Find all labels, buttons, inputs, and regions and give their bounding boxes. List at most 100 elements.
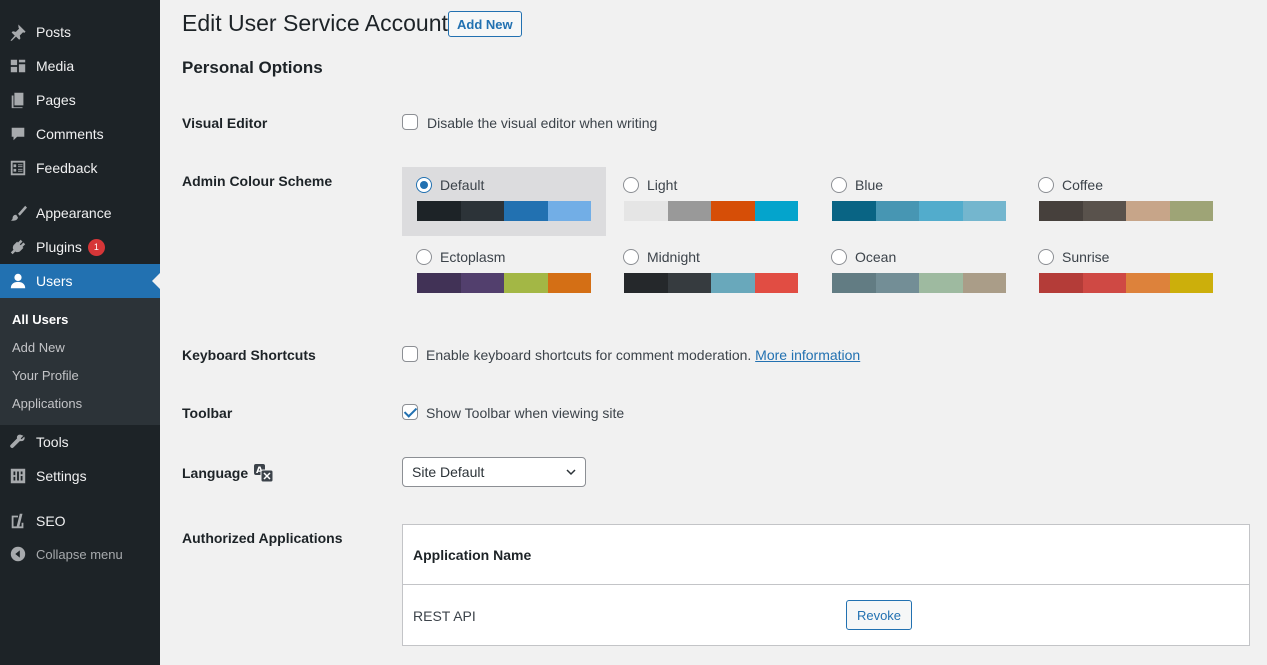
visual-editor-checkbox[interactable] <box>402 114 418 130</box>
colour-scheme-option-ocean[interactable]: Ocean <box>817 239 1021 308</box>
colour-swatches <box>832 201 1006 221</box>
colour-scheme-name: Coffee <box>1062 177 1103 193</box>
colour-swatch <box>1082 273 1126 293</box>
colour-swatch <box>962 201 1006 221</box>
add-new-button[interactable]: Add New <box>448 11 522 37</box>
colour-swatch <box>460 201 504 221</box>
colour-scheme-option-midnight[interactable]: Midnight <box>609 239 813 308</box>
colour-scheme-radio[interactable] <box>623 177 639 193</box>
colour-scheme-name: Blue <box>855 177 884 193</box>
colour-scheme-option-ectoplasm[interactable]: Ectoplasm <box>402 239 606 308</box>
brush-icon <box>0 204 36 222</box>
sidebar-item-label: Tools <box>36 434 69 450</box>
more-information-link[interactable]: More information <box>755 347 860 363</box>
submenu-item-all-users[interactable]: All Users <box>12 312 68 327</box>
colour-swatch <box>624 273 668 293</box>
colour-scheme-option-coffee[interactable]: Coffee <box>1024 167 1228 236</box>
language-select[interactable]: Site Default <box>402 457 586 487</box>
colour-scheme-option-blue[interactable]: Blue <box>817 167 1021 236</box>
users-submenu: All Users Add New Your Profile Applicati… <box>0 298 160 425</box>
colour-swatch <box>547 201 591 221</box>
colour-swatch <box>504 201 548 221</box>
colour-scheme-radio[interactable] <box>1038 177 1054 193</box>
colour-scheme-radio[interactable] <box>831 249 847 265</box>
colour-scheme-radio[interactable] <box>831 177 847 193</box>
keyboard-shortcuts-checkbox[interactable] <box>402 346 418 362</box>
colour-swatch <box>1126 273 1170 293</box>
authorized-applications-label: Authorized Applications <box>182 530 343 546</box>
sidebar-item-appearance[interactable]: Appearance <box>0 196 160 230</box>
colour-swatch <box>754 273 798 293</box>
colour-scheme-option-sunrise[interactable]: Sunrise <box>1024 239 1228 308</box>
keyboard-shortcuts-text: Enable keyboard shortcuts for comment mo… <box>426 347 860 363</box>
colour-swatch <box>1169 201 1213 221</box>
admin-sidebar: Posts Media Pages Comments Feedback Appe… <box>0 0 160 665</box>
toolbar-label: Toolbar <box>182 405 233 421</box>
sidebar-item-label: Collapse menu <box>36 546 123 562</box>
keyboard-shortcuts-description: Enable keyboard shortcuts for comment mo… <box>426 347 752 363</box>
sidebar-item-label: Posts <box>36 24 72 40</box>
colour-swatch <box>460 273 504 293</box>
user-icon <box>0 272 36 290</box>
colour-swatch <box>1039 201 1083 221</box>
sidebar-item-media[interactable]: Media <box>0 49 160 83</box>
sidebar-item-label: Pages <box>36 92 76 108</box>
collapse-menu-button[interactable]: Collapse menu <box>0 537 160 571</box>
colour-scheme-radio[interactable] <box>623 249 639 265</box>
main-content: Edit User Service Account Add New Person… <box>182 0 1267 665</box>
colour-swatch <box>1169 273 1213 293</box>
settings-icon <box>0 467 36 485</box>
language-select-value: Site Default <box>412 464 485 480</box>
sidebar-item-comments[interactable]: Comments <box>0 117 160 151</box>
colour-swatches <box>417 273 591 293</box>
page-title: Edit User Service Account <box>182 10 448 36</box>
colour-swatches <box>832 273 1006 293</box>
language-row-label: Language A <box>182 464 274 482</box>
pin-icon <box>0 23 36 41</box>
toolbar-checkbox[interactable] <box>402 404 418 420</box>
colour-swatch <box>919 273 963 293</box>
comment-icon <box>0 125 36 143</box>
sidebar-item-tools[interactable]: Tools <box>0 425 160 459</box>
colour-scheme-option-default[interactable]: Default <box>402 167 606 236</box>
sidebar-item-label: Plugins <box>36 239 82 255</box>
colour-scheme-name: Ocean <box>855 249 897 265</box>
sidebar-item-settings[interactable]: Settings <box>0 459 160 493</box>
colour-swatch <box>875 273 919 293</box>
colour-scheme-radio[interactable] <box>416 249 432 265</box>
sidebar-item-label: Users <box>36 273 73 289</box>
sidebar-item-seo[interactable]: SEO <box>0 504 160 538</box>
colour-swatch <box>504 273 548 293</box>
keyboard-shortcuts-label: Keyboard Shortcuts <box>182 347 316 363</box>
colour-scheme-option-light[interactable]: Light <box>609 167 813 236</box>
revoke-button[interactable]: Revoke <box>846 600 912 630</box>
sidebar-item-label: Feedback <box>36 160 98 176</box>
update-count-badge: 1 <box>87 238 105 256</box>
colour-swatch <box>667 201 711 221</box>
sidebar-item-plugins[interactable]: Plugins 1 <box>0 230 160 264</box>
colour-scheme-radio[interactable] <box>416 177 432 193</box>
sidebar-item-label: SEO <box>36 513 66 529</box>
submenu-item-your-profile[interactable]: Your Profile <box>12 368 79 383</box>
colour-swatch <box>754 201 798 221</box>
colour-swatch <box>711 273 755 293</box>
sidebar-item-feedback[interactable]: Feedback <box>0 151 160 185</box>
colour-scheme-name: Sunrise <box>1062 249 1110 265</box>
colour-swatches <box>1039 273 1213 293</box>
sidebar-item-users[interactable]: Users <box>0 264 160 298</box>
colour-scheme-name: Light <box>647 177 678 193</box>
colour-swatch <box>547 273 591 293</box>
visual-editor-label: Visual Editor <box>182 115 268 131</box>
submenu-item-applications[interactable]: Applications <box>12 396 82 411</box>
colour-swatch <box>667 273 711 293</box>
colour-swatch <box>919 201 963 221</box>
colour-swatch <box>962 273 1006 293</box>
sidebar-item-posts[interactable]: Posts <box>0 15 160 49</box>
translate-icon: A <box>254 464 274 482</box>
sidebar-item-pages[interactable]: Pages <box>0 83 160 117</box>
submenu-item-add-new[interactable]: Add New <box>12 340 65 355</box>
section-title: Personal Options <box>182 58 323 77</box>
colour-swatch <box>832 273 876 293</box>
column-header-application-name: Application Name <box>413 547 532 563</box>
colour-scheme-radio[interactable] <box>1038 249 1054 265</box>
